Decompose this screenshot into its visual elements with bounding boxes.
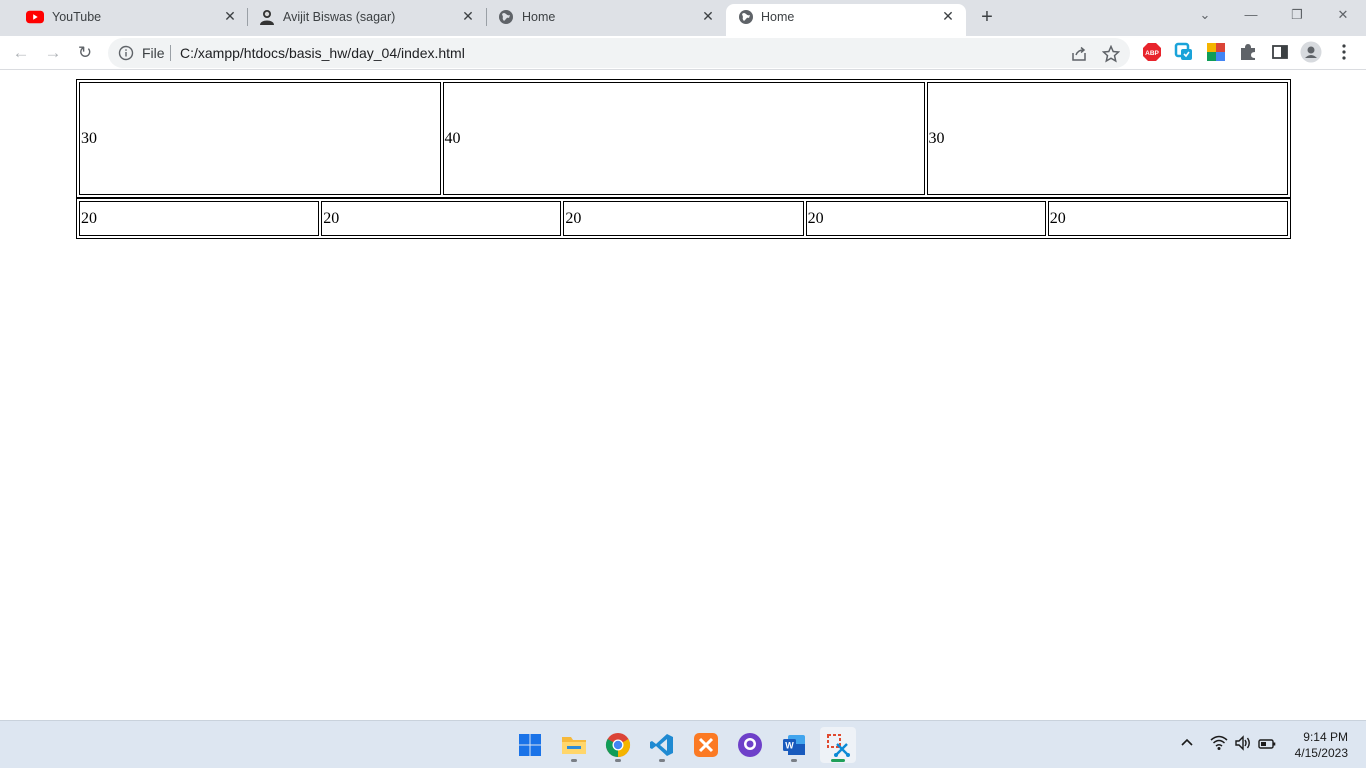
github-desktop-icon — [738, 733, 762, 757]
restore-icon[interactable]: ❐ — [1286, 4, 1308, 26]
tab-home-active[interactable]: Home ✕ — [726, 4, 966, 36]
windows-start-icon — [519, 734, 541, 756]
bookmark-star-icon[interactable] — [1102, 45, 1120, 63]
profile-avatar-icon — [260, 10, 274, 25]
divider — [170, 45, 171, 61]
taskbar-chrome[interactable] — [600, 727, 636, 763]
layout-table-top: 30 40 30 — [76, 79, 1291, 198]
word-icon: W — [783, 735, 805, 755]
taskbar-vscode[interactable] — [644, 727, 680, 763]
browser-toolbar: ← → ↻ File C:/xampp/htdocs/basis_hw/day_… — [0, 36, 1366, 70]
taskbar-github-desktop[interactable] — [732, 727, 768, 763]
kebab-menu-icon[interactable] — [1334, 42, 1354, 62]
clock-date: 4/15/2023 — [1294, 746, 1348, 760]
minimize-icon[interactable]: — — [1240, 4, 1262, 26]
extension-colorful-icon[interactable] — [1206, 42, 1226, 62]
system-clock[interactable]: 9:14 PM 4/15/2023 — [1295, 729, 1348, 761]
profile-icon[interactable] — [1300, 41, 1322, 63]
vscode-icon — [650, 734, 673, 756]
scheme-label: File — [142, 45, 165, 61]
running-indicator — [615, 759, 621, 762]
table-cell: 20 — [563, 201, 804, 236]
table-cell: 20 — [805, 201, 1046, 236]
extension-green-icon[interactable] — [1174, 42, 1194, 62]
new-tab-button[interactable]: + — [976, 6, 998, 28]
tab-search-icon[interactable]: ⌄ — [1194, 4, 1216, 26]
tab-home-1[interactable]: Home ✕ — [488, 4, 726, 36]
table-cell: 40 — [442, 82, 925, 195]
battery-icon[interactable] — [1257, 735, 1277, 755]
start-button[interactable] — [512, 727, 548, 763]
url-text[interactable]: C:/xampp/htdocs/basis_hw/day_04/index.ht… — [180, 45, 465, 61]
chevron-up-icon[interactable] — [1177, 735, 1197, 755]
layout-table-bottom: 20 20 20 20 20 — [76, 198, 1291, 239]
running-indicator — [571, 759, 577, 762]
volume-glyph — [1235, 735, 1250, 751]
table-cell: 20 — [321, 201, 562, 236]
reload-button[interactable]: ↻ — [74, 42, 96, 64]
forward-button[interactable]: → — [42, 42, 64, 64]
globe-icon — [499, 10, 513, 24]
window-close-icon[interactable]: ✕ — [1332, 4, 1354, 26]
running-indicator — [791, 759, 797, 762]
info-icon[interactable] — [118, 45, 134, 61]
taskbar-xampp[interactable] — [688, 727, 724, 763]
tab-separator — [486, 8, 487, 26]
file-explorer-icon — [562, 737, 586, 754]
table-cell: 30 — [79, 82, 441, 195]
svg-text:W: W — [785, 741, 794, 751]
table-row: 30 40 30 — [79, 82, 1288, 195]
tab-title: YouTube — [52, 10, 102, 24]
volume-icon[interactable] — [1233, 735, 1253, 755]
table-cell: 30 — [926, 82, 1288, 195]
puzzle-icon[interactable] — [1238, 42, 1258, 62]
table-cell: 20 — [79, 201, 320, 236]
running-indicator — [831, 759, 845, 762]
tab-title: Home — [761, 10, 795, 24]
tab-title: Home — [522, 10, 556, 24]
address-bar[interactable]: File C:/xampp/htdocs/basis_hw/day_04/ind… — [108, 38, 1130, 68]
clock-time: 9:14 PM — [1303, 730, 1348, 744]
table-row: 20 20 20 20 20 — [79, 201, 1288, 236]
xampp-icon — [694, 733, 718, 757]
page-content: 30 40 30 20 20 20 20 20 — [0, 71, 1366, 720]
share-icon[interactable] — [1070, 45, 1088, 63]
close-icon[interactable]: ✕ — [222, 8, 238, 24]
close-icon[interactable]: ✕ — [940, 8, 956, 24]
close-icon[interactable]: ✕ — [460, 8, 476, 24]
taskbar-snipping-tool[interactable] — [820, 727, 856, 763]
chrome-icon — [605, 733, 631, 757]
globe-icon — [739, 10, 753, 24]
wifi-icon[interactable] — [1209, 735, 1229, 755]
taskbar-file-explorer[interactable] — [556, 727, 592, 763]
side-panel-icon[interactable] — [1270, 42, 1290, 62]
battery-glyph — [1258, 739, 1276, 749]
tab-youtube[interactable]: YouTube ✕ — [8, 4, 248, 36]
tab-strip: YouTube ✕ Avijit Biswas (sagar) ✕ Home ✕… — [0, 0, 1366, 36]
youtube-icon — [26, 10, 44, 24]
wifi-glyph — [1210, 735, 1228, 750]
tab-avijit-biswas[interactable]: Avijit Biswas (sagar) ✕ — [248, 4, 486, 36]
svg-text:ABP: ABP — [1145, 50, 1159, 57]
adblock-plus-icon[interactable]: ABP — [1142, 42, 1162, 62]
chevron-up-glyph — [1181, 738, 1193, 746]
taskbar-word[interactable]: W — [776, 727, 812, 763]
close-icon[interactable]: ✕ — [700, 8, 716, 24]
table-cell: 20 — [1047, 201, 1288, 236]
snipping-tool-icon — [827, 734, 850, 757]
back-button[interactable]: ← — [10, 42, 32, 64]
taskbar: W 9:14 PM 4/15/2023 — [0, 720, 1366, 768]
running-indicator — [659, 759, 665, 762]
tab-title: Avijit Biswas (sagar) — [283, 10, 396, 24]
